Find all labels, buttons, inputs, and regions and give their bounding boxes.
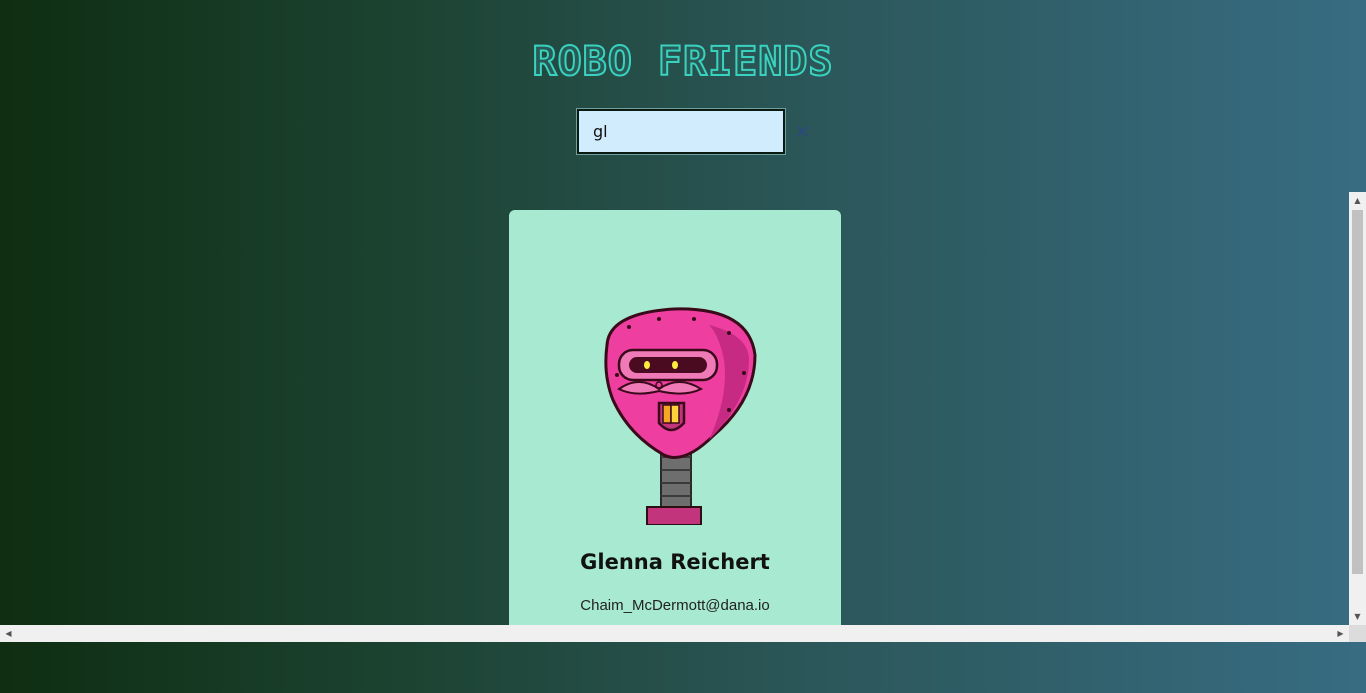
scroll-right-icon[interactable]: ▶ — [1332, 625, 1349, 642]
card-list-scroll-area[interactable]: Glenna Reichert Chaim_McDermott@dana.io … — [0, 192, 1366, 642]
robot-image — [604, 307, 757, 525]
robot-card: Glenna Reichert Chaim_McDermott@dana.io — [509, 210, 841, 642]
clear-search-icon[interactable]: × — [795, 121, 810, 142]
scroll-down-icon[interactable]: ▼ — [1349, 608, 1366, 625]
scroll-up-icon[interactable]: ▲ — [1349, 192, 1366, 209]
search-box[interactable]: × — [576, 108, 810, 155]
vertical-scrollbar[interactable]: ▲ ▼ — [1349, 192, 1366, 625]
robot-email: Chaim_McDermott@dana.io — [580, 597, 770, 614]
page-title: ROBO FRIENDS — [532, 38, 834, 86]
vertical-scroll-thumb[interactable] — [1352, 210, 1363, 574]
scrollbar-corner — [1349, 625, 1366, 642]
search-input[interactable] — [579, 110, 795, 153]
robot-name: Glenna Reichert — [580, 550, 770, 574]
scroll-left-icon[interactable]: ◀ — [0, 625, 17, 642]
horizontal-scrollbar[interactable]: ◀ ▶ — [0, 625, 1349, 642]
